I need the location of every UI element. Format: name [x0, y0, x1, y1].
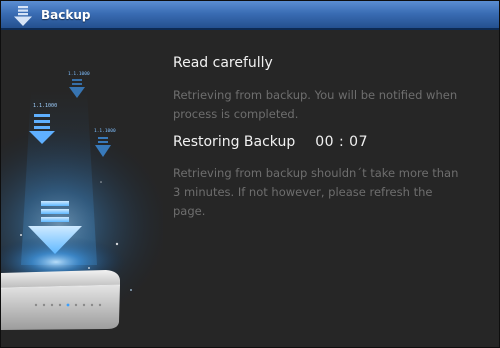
restore-progress: Restoring Backup 00 : 07 [173, 134, 368, 150]
backup-illustration: 1.1.1000 1.1.1000 1.1.1000 [1, 71, 163, 330]
download-arrow-icon [14, 6, 32, 26]
refresh-note: Retrieving from backup shouldn´t take mo… [173, 166, 459, 218]
svg-text:1.1.1000: 1.1.1000 [68, 71, 90, 77]
svg-text:1.1.1000: 1.1.1000 [33, 103, 57, 109]
svg-text:1.1.1000: 1.1.1000 [94, 128, 116, 134]
router-device-icon [1, 270, 121, 330]
window-title: Backup [41, 8, 91, 22]
elapsed-timer: 00 : 07 [315, 134, 368, 150]
heading: Read carefully [173, 55, 273, 71]
title-bar[interactable]: Backup [1, 1, 499, 30]
status-note: Retrieving from backup. You will be noti… [173, 88, 458, 121]
dialog-content: 1.1.1000 1.1.1000 1.1.1000 Read carefull… [1, 30, 499, 347]
restoring-label: Restoring Backup [173, 134, 296, 150]
backup-dialog: Backup 1.1.1000 1.1.1000 1.1.1000 Read c… [0, 0, 500, 348]
